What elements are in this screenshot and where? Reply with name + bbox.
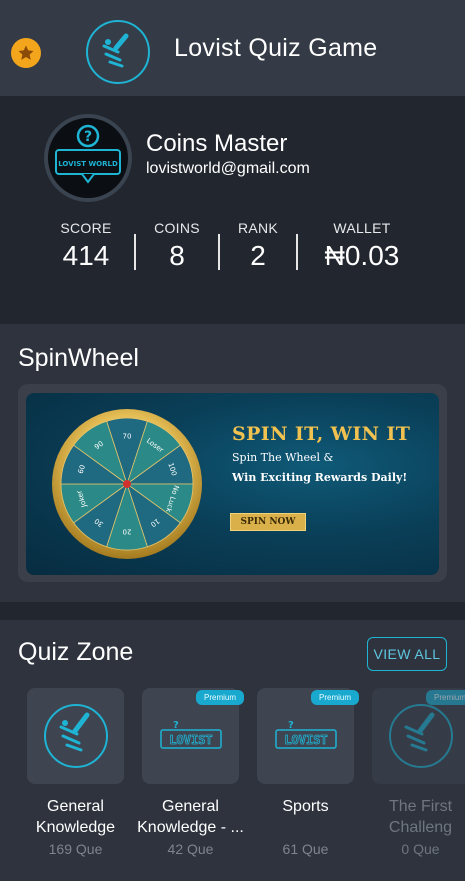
section-title: Quiz Zone: [18, 638, 134, 666]
svg-text:LOVIST WORLD: LOVIST WORLD: [58, 160, 118, 168]
category-carousel[interactable]: General Knowledge 169 Que ? LOVIST Premi…: [0, 688, 465, 881]
quiz-zone-section: Quiz Zone VIEW ALL General Knowledge 169…: [0, 620, 465, 881]
spin-banner[interactable]: 70 Loser 100 No Luck 10 20 30 Joker 60 90 SPIN IT…: [26, 393, 439, 575]
premium-badge: Premium: [311, 690, 360, 705]
quiz-logo-icon: [43, 704, 108, 768]
spin-wheel-section: SpinWheel 70 Loser 100 No Luck 10 20 30 Joker 60…: [0, 324, 465, 602]
question-count: 42 Que: [167, 841, 214, 857]
star-icon[interactable]: [11, 38, 41, 68]
spin-wheel-card[interactable]: 70 Loser 100 No Luck 10 20 30 Joker 60 90 SPIN IT…: [18, 384, 447, 582]
banner-subtitle: Spin The Wheel &: [232, 451, 334, 464]
question-count: 0 Que: [401, 841, 440, 857]
banner-tagline: Win Exciting Rewards Daily!: [232, 471, 408, 484]
lovist-text-logo: ? LOVIST: [274, 720, 337, 749]
svg-text:LOVIST: LOVIST: [169, 733, 212, 747]
question-count: 169 Que: [48, 841, 103, 857]
stats-row: SCORE 414 COINS 8 RANK 2 WALLET ₦0.03: [0, 220, 465, 280]
stat-coins: COINS 8: [144, 220, 210, 272]
quiz-logo-icon: [86, 20, 150, 84]
stat-label: SCORE: [60, 220, 112, 236]
svg-text:LOVIST: LOVIST: [284, 733, 327, 747]
category-name: General Knowledge - ...: [137, 798, 244, 836]
stat-wallet: WALLET ₦0.03: [312, 220, 412, 272]
app-title: Lovist Quiz Game: [174, 34, 378, 62]
category-name: Sports: [282, 798, 329, 815]
stat-label: WALLET: [333, 220, 391, 236]
premium-badge: Premium: [426, 690, 465, 705]
spin-wheel-icon: 70Loser100No Luck102030Joker6090: [52, 409, 202, 559]
divider: [296, 234, 298, 270]
stat-value: 414: [62, 240, 110, 271]
quiz-logo-icon: [388, 704, 453, 768]
avatar[interactable]: ? LOVIST WORLD: [44, 114, 132, 202]
banner-title: SPIN IT, WIN IT: [232, 423, 411, 445]
user-name: Coins Master: [146, 130, 288, 157]
svg-text:?: ?: [84, 129, 92, 145]
premium-badge: Premium: [196, 690, 245, 705]
category-name: General Knowledge: [35, 798, 116, 836]
stat-value: ₦0.03: [324, 240, 400, 271]
category-name: The First Challeng: [388, 798, 453, 836]
wheel-label: 20: [123, 528, 132, 536]
spin-now-button[interactable]: SPIN NOW: [230, 513, 306, 531]
stat-value: 8: [169, 240, 185, 271]
divider: [218, 234, 220, 270]
user-email: lovistworld@gmail.com: [146, 160, 310, 177]
wheel-label: 70: [123, 432, 132, 440]
question-count: 61 Que: [282, 841, 329, 857]
stat-label: COINS: [154, 220, 200, 236]
category-tile[interactable]: [27, 688, 124, 784]
profile-panel: ? LOVIST WORLD Coins Master lovistworld@…: [0, 96, 465, 324]
stat-value: 2: [250, 240, 266, 271]
stat-label: RANK: [237, 220, 279, 236]
app-header: Lovist Quiz Game: [0, 0, 465, 96]
stat-score: SCORE 414: [50, 220, 122, 272]
section-title: SpinWheel: [18, 344, 139, 372]
lovist-text-logo: ? LOVIST: [159, 720, 222, 749]
divider: [134, 234, 136, 270]
stat-rank: RANK 2: [228, 220, 288, 272]
view-all-button[interactable]: VIEW ALL: [367, 637, 447, 671]
